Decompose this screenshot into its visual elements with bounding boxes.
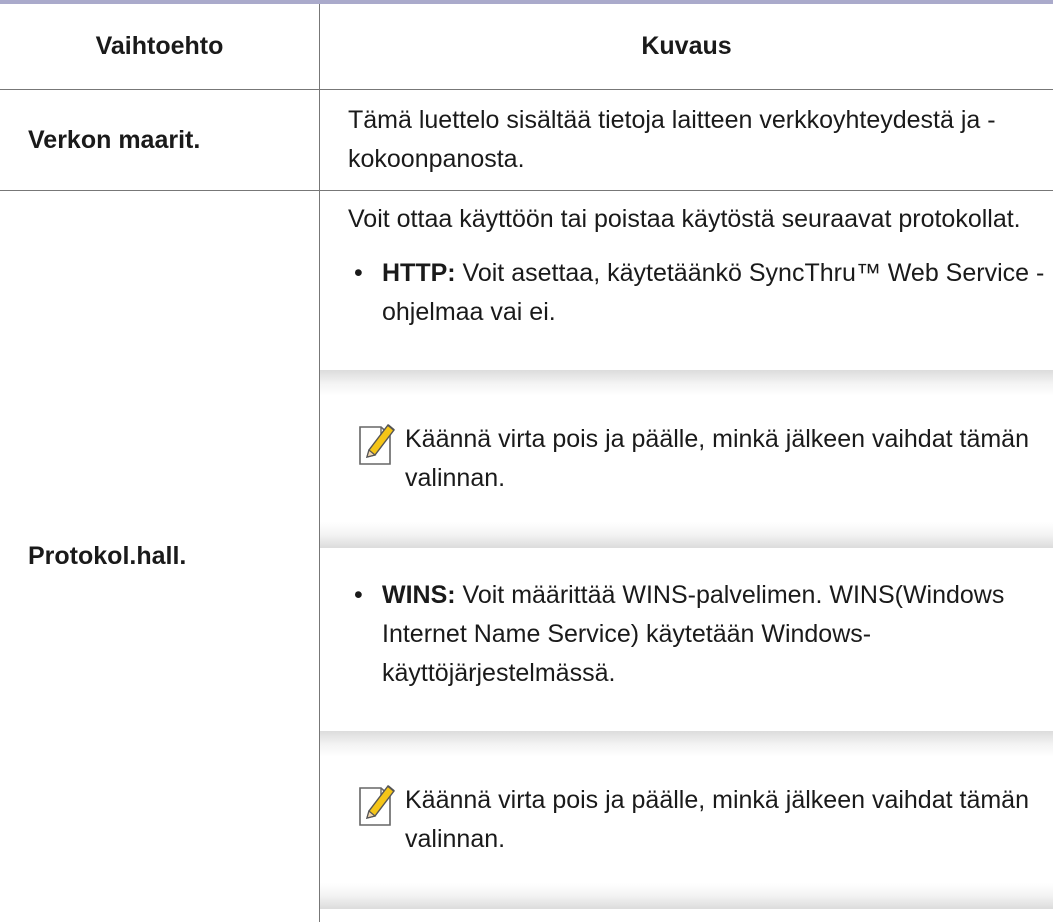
options-table: Vaihtoehto Kuvaus Verkon maarit. Tämä lu…	[0, 4, 1053, 922]
table-row: Protokol.hall. Voit ottaa käyttöön tai p…	[0, 191, 1053, 922]
option-name: Verkon maarit.	[28, 125, 201, 154]
option-name: Protokol.hall.	[28, 542, 187, 570]
table-header-row: Vaihtoehto Kuvaus	[0, 4, 1053, 90]
bullet-marker: •	[354, 581, 363, 609]
note-pencil-icon	[359, 423, 395, 465]
bullet-marker: •	[354, 259, 363, 287]
note-box: Käännä virta pois ja päälle, minkä jälke…	[320, 731, 1053, 909]
option-description: Voit ottaa käyttöön tai poistaa käytöstä…	[320, 191, 1053, 922]
list-item: • HTTP: Voit asettaa, käytetäänkö SyncTh…	[348, 254, 1053, 332]
header-option: Vaihtoehto	[0, 4, 320, 89]
description-intro: Voit ottaa käyttöön tai poistaa käytöstä…	[348, 205, 1021, 233]
manual-page: Vaihtoehto Kuvaus Verkon maarit. Tämä lu…	[0, 0, 1053, 922]
note-box: Käännä virta pois ja päälle, minkä jälke…	[320, 370, 1053, 548]
item-term: HTTP:	[382, 259, 456, 287]
table-row: Verkon maarit. Tämä luettelo sisältää ti…	[0, 90, 1053, 191]
header-description: Kuvaus	[641, 32, 732, 60]
item-text: Voit asettaa, käytetäänkö SyncThru™ Web …	[382, 259, 1045, 326]
note-text: Käännä virta pois ja päälle, minkä jälke…	[405, 425, 1029, 492]
note-pencil-icon	[359, 784, 395, 826]
note-text: Käännä virta pois ja päälle, minkä jälke…	[405, 786, 1029, 853]
item-text: Voit määrittää WINS-palvelimen. WINS(Win…	[382, 581, 1005, 687]
list-item: • WINS: Voit määrittää WINS-palvelimen. …	[348, 576, 1053, 693]
option-description: Tämä luettelo sisältää tietoja laitteen …	[348, 106, 996, 173]
item-term: WINS:	[382, 581, 456, 609]
